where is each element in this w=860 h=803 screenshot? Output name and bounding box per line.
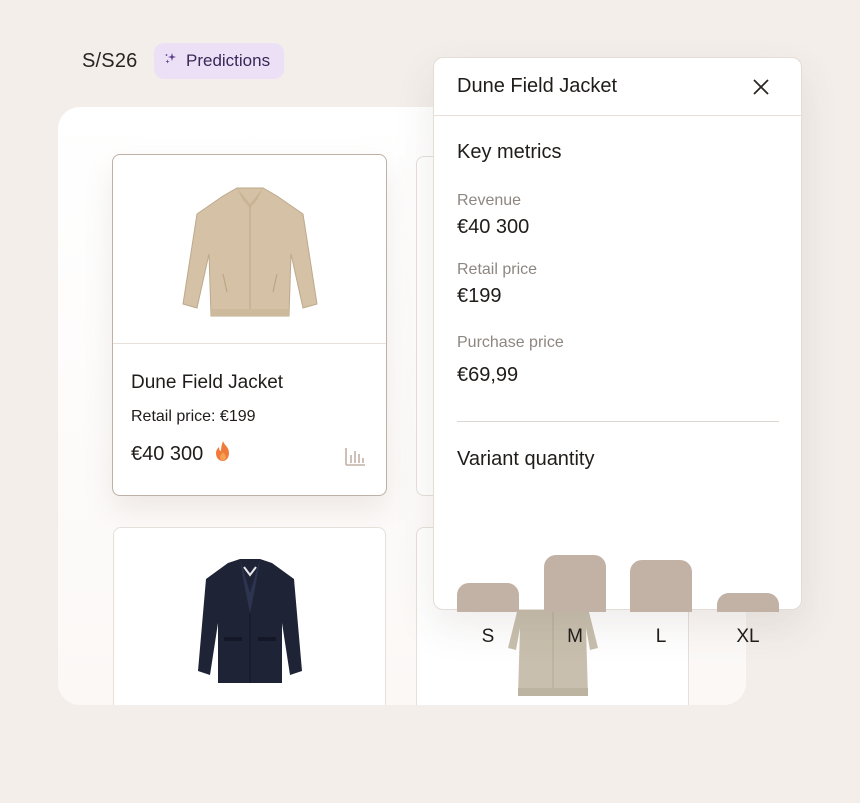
fire-icon — [213, 440, 233, 468]
variant-quantity-chart: S M L XL — [457, 488, 779, 647]
key-metrics-section: Key metrics Revenue €40 300 Retail price… — [457, 141, 779, 387]
variant-quantity-title: Variant quantity — [457, 448, 595, 470]
season-label: S/S26 — [82, 50, 138, 72]
product-revenue: €40 300 — [131, 442, 204, 465]
variant-bar-s — [457, 583, 519, 612]
product-card-dune-field-jacket[interactable]: Dune Field Jacket Retail price: €199 €40… — [112, 154, 387, 496]
product-detail-panel: Dune Field Jacket Key metrics Revenue €4… — [433, 57, 802, 647]
metric-value: €40 300 — [457, 216, 530, 238]
product-retail-price: Retail price: €199 — [131, 408, 256, 425]
product-name: Dune Field Jacket — [131, 372, 284, 393]
metric-value: €69,99 — [457, 364, 519, 386]
predictions-chip[interactable]: Predictions — [154, 43, 285, 79]
product-image — [113, 155, 386, 344]
variant-label-l: L — [655, 626, 667, 647]
canvas: S/S26 Predictions Dune Field Jacket Reta… — [0, 0, 860, 803]
bar-chart-icon[interactable] — [344, 445, 366, 467]
variant-bar-xl — [717, 593, 779, 612]
metric-value: €199 — [457, 285, 502, 307]
variant-label-s: S — [481, 626, 495, 647]
metric-label: Revenue — [457, 192, 522, 209]
metric-retail-price: Retail price €199 — [457, 261, 779, 308]
metric-purchase-price: Purchase price €69,99 — [457, 334, 779, 387]
close-icon[interactable] — [751, 77, 771, 97]
divider — [457, 421, 779, 422]
metric-label: Retail price — [457, 261, 538, 278]
sparkle-icon — [164, 51, 178, 71]
variant-bar-l — [630, 560, 692, 612]
panel-title: Dune Field Jacket — [457, 75, 618, 97]
metric-label: Purchase price — [457, 334, 564, 351]
product-card[interactable] — [113, 527, 386, 705]
key-metrics-title: Key metrics — [457, 141, 562, 163]
variant-label-m: M — [567, 626, 583, 647]
variant-bar-m — [544, 555, 606, 612]
predictions-label: Predictions — [186, 51, 271, 70]
product-image — [114, 528, 385, 705]
variant-label-xl: XL — [736, 626, 760, 647]
metric-revenue: Revenue €40 300 — [457, 192, 779, 239]
